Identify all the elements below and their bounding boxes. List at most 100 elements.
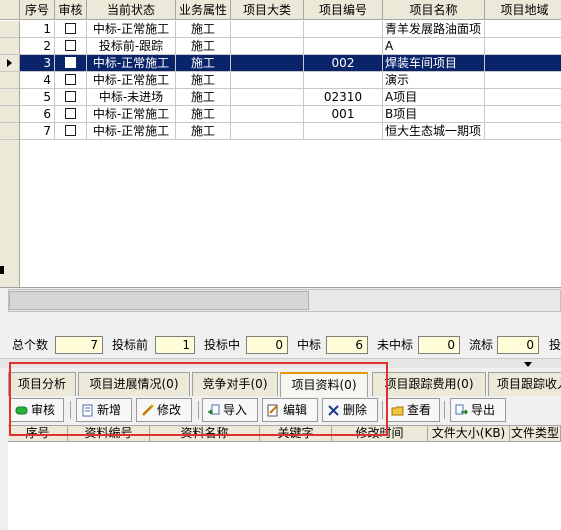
- cell-number: 002: [304, 55, 383, 72]
- doc-header-seq[interactable]: 序号: [8, 426, 68, 442]
- edit-label: 修改: [157, 403, 182, 417]
- approve-checkbox[interactable]: [55, 106, 87, 123]
- edit-document-icon: [267, 404, 278, 417]
- doc-header-type[interactable]: 文件类型: [510, 426, 561, 442]
- cell-category: [231, 72, 304, 89]
- header-status[interactable]: 当前状态: [87, 0, 176, 20]
- approve-checkbox[interactable]: [55, 89, 87, 106]
- approve-checkbox[interactable]: [55, 72, 87, 89]
- collapse-arrow-icon[interactable]: [524, 362, 532, 367]
- export-button[interactable]: 导出: [450, 398, 506, 422]
- documents-grid: 序号 资料编号 资料名称 关键字 修改时间 文件大小(KB) 文件类型: [8, 425, 561, 530]
- toolbar-separator: [444, 401, 445, 419]
- import-button[interactable]: 导入: [202, 398, 258, 422]
- cell-seq: 7: [20, 123, 55, 140]
- pencil-icon: [142, 404, 154, 416]
- folder-open-icon: [391, 406, 404, 416]
- horizontal-scrollbar[interactable]: [8, 289, 561, 312]
- bidding-count: 0: [246, 336, 288, 354]
- cell-number: [304, 123, 383, 140]
- approve-checkbox[interactable]: [55, 123, 87, 140]
- header-region[interactable]: 项目地域: [485, 0, 561, 20]
- splitter-grip-icon[interactable]: [0, 266, 4, 274]
- table-row[interactable]: 5 中标-未进场 施工 02310 A项目: [0, 89, 561, 106]
- cell-biz: 施工: [176, 72, 231, 89]
- detail-panel: 项目分析 项目进展情况(0) 竞争对手(0) 项目资料(0) 项目跟踪费用(0)…: [0, 368, 561, 530]
- approve-checkbox[interactable]: [55, 38, 87, 55]
- cell-status: 中标-正常施工: [87, 72, 176, 89]
- edit-button[interactable]: 修改: [136, 398, 192, 422]
- cell-seq: 5: [20, 89, 55, 106]
- export-label: 导出: [471, 403, 496, 417]
- row-indicator: [0, 38, 20, 55]
- cell-region: [485, 106, 561, 123]
- table-row[interactable]: 2 投标前-跟踪 施工 A: [0, 38, 561, 55]
- cell-status: 中标-未进场: [87, 89, 176, 106]
- table-row[interactable]: 4 中标-正常施工 施工 演示: [0, 72, 561, 89]
- view-label: 查看: [407, 403, 432, 417]
- abortive-count: 0: [497, 336, 539, 354]
- header-category[interactable]: 项目大类: [231, 0, 304, 20]
- tab-tracking-income[interactable]: 项目跟踪收入: [488, 372, 561, 396]
- editor-label: 编辑: [283, 403, 308, 417]
- header-seq[interactable]: 序号: [20, 0, 55, 20]
- cell-name: 青羊发展路油面项: [383, 21, 485, 38]
- header-name[interactable]: 项目名称: [383, 0, 485, 20]
- table-row-selected[interactable]: 3 中标-正常施工 施工 002 焊装车间项目: [0, 55, 561, 72]
- export-icon: [455, 404, 468, 415]
- cell-biz: 施工: [176, 38, 231, 55]
- tab-project-documents[interactable]: 项目资料(0): [280, 372, 368, 397]
- approve-checkbox[interactable]: [55, 55, 87, 72]
- cell-number: [304, 21, 383, 38]
- cell-name: 恒大生态城一期项: [383, 123, 485, 140]
- doc-header-keyword[interactable]: 关键字: [260, 426, 332, 442]
- toolbar: 审核 新增 修改 导入 编辑 删除 查看 导出: [8, 398, 561, 424]
- row-indicator: [0, 106, 20, 123]
- approve-checkbox[interactable]: [55, 21, 87, 38]
- doc-header-code[interactable]: 资料编号: [68, 426, 150, 442]
- header-number[interactable]: 项目编号: [304, 0, 383, 20]
- cell-name: 演示: [383, 72, 485, 89]
- cell-seq: 3: [20, 55, 55, 72]
- editor-button[interactable]: 编辑: [262, 398, 318, 422]
- tab-project-analysis[interactable]: 项目分析: [8, 372, 76, 396]
- view-button[interactable]: 查看: [386, 398, 440, 422]
- cell-biz: 施工: [176, 21, 231, 38]
- cell-biz: 施工: [176, 55, 231, 72]
- header-approve[interactable]: 审核: [55, 0, 87, 20]
- pre-bid-label: 投标前: [112, 338, 149, 352]
- doc-header-size[interactable]: 文件大小(KB): [428, 426, 510, 442]
- tab-tracking-costs[interactable]: 项目跟踪费用(0): [372, 372, 486, 396]
- row-indicator: [0, 89, 20, 106]
- total-count: 7: [55, 336, 103, 354]
- table-row[interactable]: 1 中标-正常施工 施工 青羊发展路油面项: [0, 21, 561, 38]
- import-label: 导入: [223, 403, 248, 417]
- cell-name: A: [383, 38, 485, 55]
- tab-progress[interactable]: 项目进展情况(0): [78, 372, 190, 396]
- approve-button[interactable]: 审核: [10, 398, 64, 422]
- cell-number: 02310: [304, 89, 383, 106]
- cell-status: 中标-正常施工: [87, 55, 176, 72]
- cell-category: [231, 89, 304, 106]
- total-label: 总个数: [12, 338, 49, 352]
- grid-header: 序号 审核 当前状态 业务属性 项目大类 项目编号 项目名称 项目地域: [0, 0, 561, 20]
- scrollbar-thumb[interactable]: [9, 291, 309, 310]
- won-count: 6: [326, 336, 368, 354]
- add-button[interactable]: 新增: [76, 398, 132, 422]
- panel-splitter[interactable]: [0, 358, 561, 368]
- doc-header-name[interactable]: 资料名称: [150, 426, 260, 442]
- doc-header-modified[interactable]: 修改时间: [332, 426, 428, 442]
- table-row[interactable]: 6 中标-正常施工 施工 001 B项目: [0, 106, 561, 123]
- tab-competitors[interactable]: 竞争对手(0): [192, 372, 278, 396]
- header-biz[interactable]: 业务属性: [176, 0, 231, 20]
- delete-button[interactable]: 删除: [322, 398, 378, 422]
- table-row[interactable]: 7 中标-正常施工 施工 恒大生态城一期项: [0, 123, 561, 140]
- delete-label: 删除: [343, 403, 368, 417]
- cell-seq: 4: [20, 72, 55, 89]
- cell-region: [485, 38, 561, 55]
- cell-biz: 施工: [176, 106, 231, 123]
- cell-seq: 1: [20, 21, 55, 38]
- won-label: 中标: [297, 338, 322, 352]
- toolbar-separator: [70, 401, 71, 419]
- cell-name: A项目: [383, 89, 485, 106]
